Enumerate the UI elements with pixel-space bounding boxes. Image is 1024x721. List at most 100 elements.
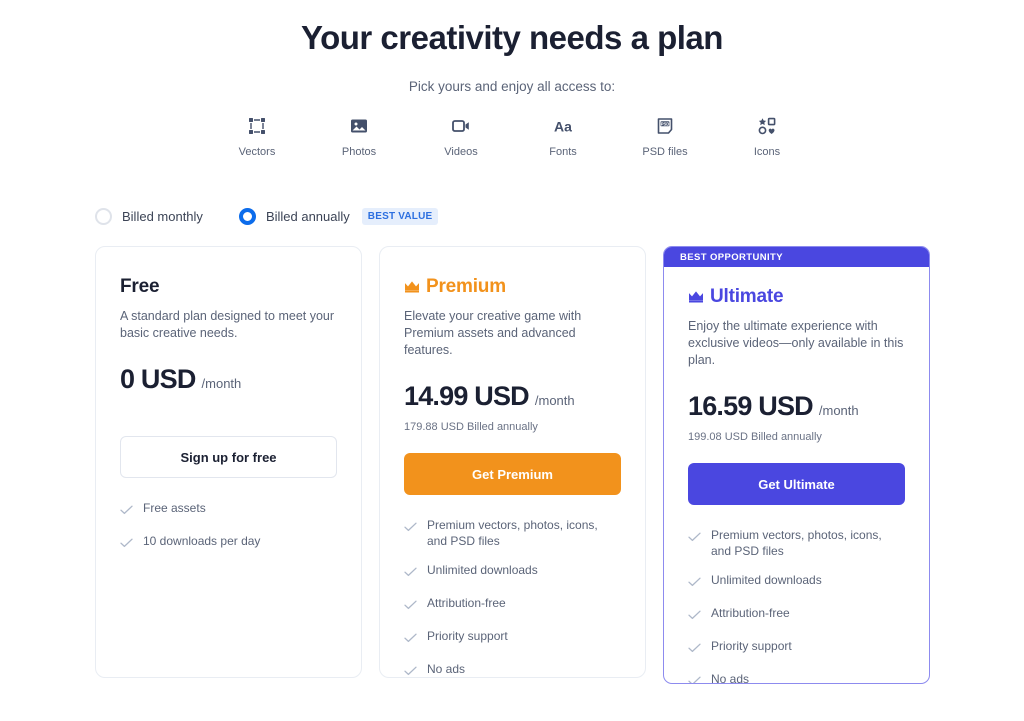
crown-icon — [688, 290, 704, 303]
asset-item-photos: Photos — [325, 115, 393, 159]
radio-annual[interactable] — [238, 208, 256, 225]
price-period: /month — [534, 393, 575, 408]
check-icon — [688, 640, 701, 658]
list-item: Premium vectors, photos, icons, and PSD … — [688, 527, 905, 559]
feature-text: No ads — [427, 662, 466, 676]
check-icon — [688, 673, 701, 683]
plan-description: Elevate your creative game with Premium … — [404, 309, 582, 357]
price-amount: 0 USD — [120, 364, 196, 394]
page-subtitle: Pick yours and enjoy all access to: — [408, 79, 616, 94]
list-item: No ads — [404, 661, 621, 681]
price-billed-note: 199.08 USD Billed annually — [688, 431, 822, 443]
fonts-icon: Aa — [552, 115, 574, 137]
list-item: Priority support — [688, 638, 905, 658]
feature-text: Premium vectors, photos, icons, and PSD … — [711, 528, 882, 558]
feature-text: Priority support — [711, 639, 792, 653]
asset-label: Vectors — [238, 146, 276, 158]
feature-text: No ads — [711, 672, 750, 684]
feature-list-ultimate: Premium vectors, photos, icons, and PSD … — [688, 527, 905, 684]
asset-item-fonts: Aa Fonts — [529, 115, 597, 159]
list-item: No ads — [688, 671, 905, 684]
check-icon — [120, 502, 133, 520]
asset-types-row: Vectors Photos Videos Aa Fonts PSD PSD f… — [0, 115, 1024, 159]
feature-text: Unlimited downloads — [427, 563, 538, 577]
signup-free-button[interactable]: Sign up for free — [120, 436, 337, 478]
check-icon — [404, 663, 417, 681]
check-icon — [404, 630, 417, 648]
svg-text:Aa: Aa — [554, 119, 572, 135]
asset-item-videos: Videos — [427, 115, 495, 159]
plan-name-free: Free — [120, 275, 337, 298]
check-icon — [404, 597, 417, 615]
plan-card-ultimate: BEST OPPORTUNITY Ultimate Enjoy the ulti… — [663, 246, 930, 684]
price-amount: 16.59 USD — [688, 391, 814, 421]
list-item: Priority support — [404, 628, 621, 648]
vectors-icon — [247, 115, 267, 137]
list-item: Free assets — [120, 500, 337, 520]
list-item: Unlimited downloads — [688, 572, 905, 592]
price-billed-note: 179.88 USD Billed annually — [404, 421, 538, 433]
plan-name-text: Premium — [426, 276, 506, 297]
check-icon — [404, 519, 417, 537]
price-block: 14.99 USD /month 179.88 USD Billed annua… — [404, 381, 621, 434]
feature-text: Attribution-free — [427, 596, 506, 610]
asset-item-vectors: Vectors — [223, 115, 291, 159]
videos-icon — [451, 115, 471, 137]
pricing-page: Your creativity needs a plan Pick yours … — [0, 0, 1024, 721]
plan-description: Enjoy the ultimate experience with exclu… — [688, 319, 904, 367]
check-icon — [404, 564, 417, 582]
asset-label: Photos — [341, 146, 377, 158]
photos-icon — [349, 115, 369, 137]
plan-name-text: Free — [120, 276, 160, 297]
billing-option-monthly[interactable]: Billed monthly — [95, 208, 203, 225]
price-billed-note — [120, 403, 337, 417]
crown-icon — [404, 280, 420, 293]
psd-files-icon: PSD — [655, 115, 675, 137]
plan-description: A standard plan designed to meet your ba… — [120, 309, 335, 340]
asset-item-psd-files: PSD PSD files — [631, 115, 699, 159]
price-period: /month — [818, 403, 859, 418]
plan-cards: Free A standard plan designed to meet yo… — [95, 246, 930, 684]
feature-text: Premium vectors, photos, icons, and PSD … — [427, 518, 598, 548]
get-premium-button[interactable]: Get Premium — [404, 453, 621, 495]
icons-icon — [757, 115, 777, 137]
price-block: 16.59 USD /month 199.08 USD Billed annua… — [688, 391, 905, 444]
billing-option-annual[interactable]: Billed annually BEST VALUE — [238, 208, 439, 225]
price-amount: 14.99 USD — [404, 381, 530, 411]
list-item: Attribution-free — [688, 605, 905, 625]
feature-list-free: Free assets 10 downloads per day — [120, 500, 337, 553]
price-block: 0 USD /month — [120, 364, 337, 417]
svg-text:PSD: PSD — [661, 121, 670, 126]
plan-name-text: Ultimate — [710, 286, 784, 307]
price-period: /month — [201, 376, 242, 391]
check-icon — [120, 535, 133, 553]
page-title: Your creativity needs a plan — [301, 19, 723, 56]
radio-monthly[interactable] — [95, 208, 112, 225]
asset-label: Fonts — [549, 146, 577, 158]
plan-card-free: Free A standard plan designed to meet yo… — [95, 246, 362, 678]
check-icon — [688, 607, 701, 625]
list-item: Unlimited downloads — [404, 562, 621, 582]
check-icon — [688, 574, 701, 592]
asset-label: Icons — [753, 146, 781, 158]
list-item: Premium vectors, photos, icons, and PSD … — [404, 517, 621, 549]
list-item: 10 downloads per day — [120, 533, 337, 553]
feature-text: Free assets — [143, 501, 206, 515]
feature-text: Attribution-free — [711, 606, 790, 620]
feature-text: Priority support — [427, 629, 508, 643]
plan-name-premium: Premium — [404, 275, 621, 298]
best-value-badge: BEST VALUE — [361, 208, 439, 225]
feature-text: 10 downloads per day — [143, 534, 261, 548]
plan-card-premium: Premium Elevate your creative game with … — [379, 246, 646, 678]
billing-label-annual: Billed annually — [265, 208, 350, 224]
feature-list-premium: Premium vectors, photos, icons, and PSD … — [404, 517, 621, 681]
asset-label: Videos — [444, 146, 478, 158]
billing-label-monthly: Billed monthly — [122, 208, 203, 224]
feature-text: Unlimited downloads — [711, 573, 822, 587]
plan-name-ultimate: Ultimate — [688, 285, 905, 308]
asset-item-icons: Icons — [733, 115, 801, 159]
get-ultimate-button[interactable]: Get Ultimate — [688, 463, 905, 505]
check-icon — [688, 529, 701, 547]
asset-label: PSD files — [642, 146, 688, 158]
best-opportunity-ribbon: BEST OPPORTUNITY — [664, 247, 929, 267]
